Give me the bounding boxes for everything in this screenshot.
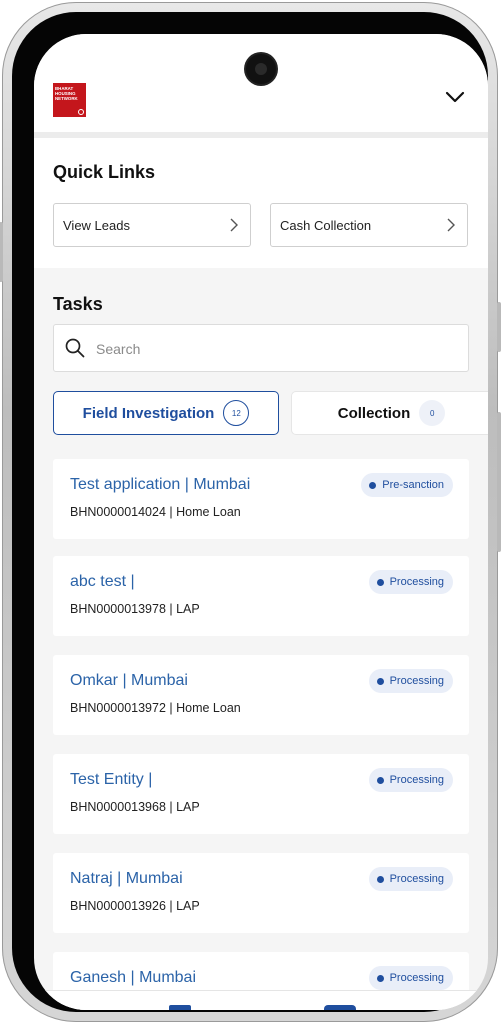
task-card[interactable]: Omkar | Mumbai BHN0000013972 | Home Loan… [53, 655, 469, 735]
status-label: Processing [389, 576, 444, 588]
logo-line: NETWORK [55, 96, 78, 101]
volume-button [497, 412, 501, 552]
tab-collection[interactable]: Collection 0 [291, 391, 488, 435]
quick-link-label: Cash Collection [280, 217, 372, 233]
task-card[interactable]: Natraj | Mumbai BHN0000013926 | LAP Proc… [53, 853, 469, 933]
task-subtitle: BHN0000014024 | Home Loan [70, 505, 241, 519]
task-card[interactable]: Test application | Mumbai BHN0000014024 … [53, 459, 469, 539]
task-subtitle: BHN0000013972 | Home Loan [70, 701, 241, 715]
tab-count-badge: 12 [223, 400, 250, 426]
search-placeholder: Search [96, 341, 141, 357]
quick-links-title: Quick Links [53, 162, 156, 182]
status-label: Processing [389, 675, 444, 687]
status-dot-icon [376, 677, 384, 685]
volume-button [497, 302, 501, 352]
task-subtitle: BHN0000013926 | LAP [70, 899, 200, 913]
status-dot-icon [376, 974, 384, 982]
status-label: Pre-sanction [382, 479, 444, 491]
status-dot-icon [376, 776, 384, 784]
status-dot-icon [376, 578, 384, 586]
brand-logo[interactable]: BHARAT HOUSING NETWORK [53, 83, 86, 117]
tab-label: Collection [337, 404, 411, 422]
task-card[interactable]: abc test | BHN0000013978 | LAP Processin… [53, 556, 469, 636]
status-dot-icon [369, 481, 377, 489]
quick-link-view-leads[interactable]: View Leads [53, 203, 251, 247]
status-badge: Pre-sanction [361, 473, 453, 497]
status-badge: Processing [368, 570, 453, 594]
phone-frame: BHARAT HOUSING NETWORK Quick Links View … [0, 2, 501, 1022]
search-input[interactable]: Search [53, 324, 469, 372]
status-badge: Processing [368, 867, 453, 891]
task-title: Test Entity | [70, 771, 153, 788]
app-header: BHARAT HOUSING NETWORK [34, 34, 488, 138]
tasks-title: Tasks [53, 294, 103, 314]
task-card[interactable]: Test Entity | BHN0000013968 | LAP Proces… [53, 754, 469, 834]
task-title: Ganesh | Mumbai [70, 969, 196, 986]
status-badge: Processing [368, 669, 453, 693]
status-badge: Processing [368, 966, 453, 990]
status-label: Processing [389, 972, 444, 984]
search-icon [65, 338, 85, 358]
chevron-right-icon [447, 218, 455, 232]
task-subtitle: BHN0000013978 | LAP [70, 602, 200, 616]
task-title: Test application | Mumbai [70, 476, 251, 493]
status-badge: Processing [368, 768, 453, 792]
bezel: BHARAT HOUSING NETWORK Quick Links View … [12, 12, 488, 1012]
front-camera [246, 54, 276, 84]
add-task-icon[interactable] [324, 1005, 356, 1010]
quick-link-cash-collection[interactable]: Cash Collection [270, 203, 468, 247]
task-title: abc test | [70, 573, 135, 590]
app-screen: BHARAT HOUSING NETWORK Quick Links View … [34, 34, 488, 1010]
tab-label: Field Investigation [82, 404, 215, 422]
power-button [0, 222, 3, 282]
tab-count-badge: 0 [419, 400, 446, 426]
task-subtitle: BHN0000013968 | LAP [70, 800, 200, 814]
status-label: Processing [389, 774, 444, 786]
chevron-right-icon [230, 218, 238, 232]
status-dot-icon [376, 875, 384, 883]
tab-field-investigation[interactable]: Field Investigation 12 [53, 391, 279, 435]
document-icon[interactable] [169, 1005, 191, 1010]
status-label: Processing [389, 873, 444, 885]
task-title: Natraj | Mumbai [70, 870, 183, 887]
chevron-down-icon[interactable] [444, 86, 466, 108]
quick-links-section: Quick Links View Leads Cash Collection [34, 138, 488, 268]
logo-mark-icon [78, 109, 84, 115]
bottom-navigation [34, 990, 488, 1010]
quick-link-label: View Leads [63, 217, 130, 233]
task-title: Omkar | Mumbai [70, 672, 188, 689]
